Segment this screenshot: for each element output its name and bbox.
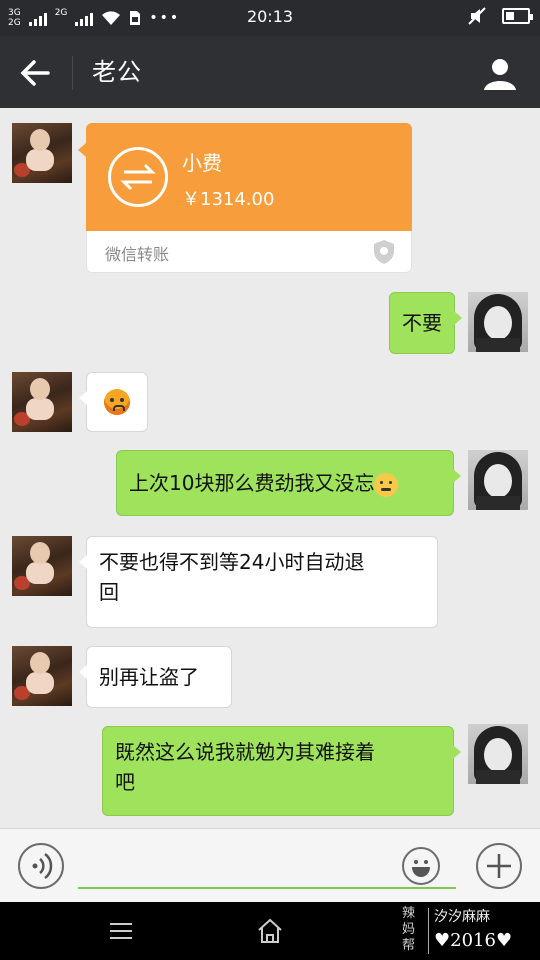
avatar-contact[interactable] [12, 646, 72, 706]
transfer-title: 小费 [182, 151, 222, 175]
avatar-self[interactable] [468, 724, 528, 784]
avatar-contact[interactable] [12, 536, 72, 596]
plus-icon [487, 854, 511, 878]
system-nav-bar: 辣妈帮 汐汐麻麻 ♥2016♥ [0, 902, 540, 960]
plus-button[interactable] [476, 843, 522, 889]
voice-icon [32, 853, 53, 879]
smiley-icon [412, 860, 430, 877]
watermark-name: 汐汐麻麻 [434, 909, 490, 925]
message-input[interactable] [78, 847, 456, 889]
transfer-label: 微信转账 [105, 245, 170, 264]
exchange-icon [108, 147, 168, 207]
chat-header: 老公 [0, 36, 540, 108]
message-bubble-incoming[interactable]: 不要也得不到等24小时自动退 回 [79, 536, 438, 628]
worried-emoji-icon [374, 472, 399, 497]
angry-emoji-icon [104, 389, 130, 415]
message-bubble-outgoing[interactable]: 既然这么说我就勉为其难接着 吧 [102, 726, 461, 816]
message-bubble-outgoing[interactable]: 不要 [389, 292, 462, 354]
chat-area[interactable]: 小费 ￥1314.00 微信转账 不要 上次10块那么费劲我又没忘 不要也得不到 [0, 108, 540, 828]
message-text: 别再让盗了 [99, 665, 199, 689]
avatar-self[interactable] [468, 450, 528, 510]
watermark-brand: 辣妈帮 [402, 906, 416, 953]
shield-icon [374, 240, 394, 264]
menu-icon[interactable] [108, 920, 134, 942]
message-text: 上次10块那么费劲我又没忘 [129, 471, 375, 495]
avatar-self[interactable] [468, 292, 528, 352]
transfer-card-bottom: 微信转账 [86, 231, 412, 273]
message-text-line-2: 回 [99, 580, 119, 604]
chat-title: 老公 [92, 58, 142, 86]
message-text-line-1: 不要也得不到等24小时自动退 [99, 550, 365, 574]
battery-icon [502, 8, 533, 24]
header-divider [72, 56, 73, 90]
watermark-separator [428, 908, 429, 954]
status-bar: 3G 2G 2G ••• 20:13 [0, 0, 540, 36]
home-icon[interactable] [256, 918, 284, 944]
watermark-year: ♥2016♥ [434, 930, 513, 951]
status-right [468, 7, 533, 25]
avatar-contact[interactable] [12, 372, 72, 432]
transfer-amount: ￥1314.00 [182, 189, 275, 210]
mute-icon [468, 7, 486, 25]
clock: 20:13 [246, 7, 294, 26]
voice-button[interactable] [18, 843, 64, 889]
arrow-left-icon[interactable] [18, 56, 54, 90]
message-bubble-incoming[interactable]: 别再让盗了 [79, 646, 232, 708]
avatar-contact[interactable] [12, 123, 72, 183]
message-text: 不要 [402, 311, 442, 335]
emoji-button[interactable] [402, 847, 440, 885]
message-input-bar [0, 828, 540, 902]
message-text-line-1: 既然这么说我就勉为其难接着 [115, 740, 375, 764]
transfer-card-top: 小费 ￥1314.00 [78, 123, 412, 231]
person-icon[interactable] [480, 54, 520, 94]
watermark: 辣妈帮 汐汐麻麻 ♥2016♥ [402, 906, 540, 958]
transfer-card[interactable]: 小费 ￥1314.00 微信转账 [78, 123, 412, 273]
message-bubble-incoming[interactable] [79, 372, 148, 432]
message-text-line-2: 吧 [115, 770, 135, 794]
message-bubble-outgoing[interactable]: 上次10块那么费劲我又没忘 [116, 450, 461, 516]
